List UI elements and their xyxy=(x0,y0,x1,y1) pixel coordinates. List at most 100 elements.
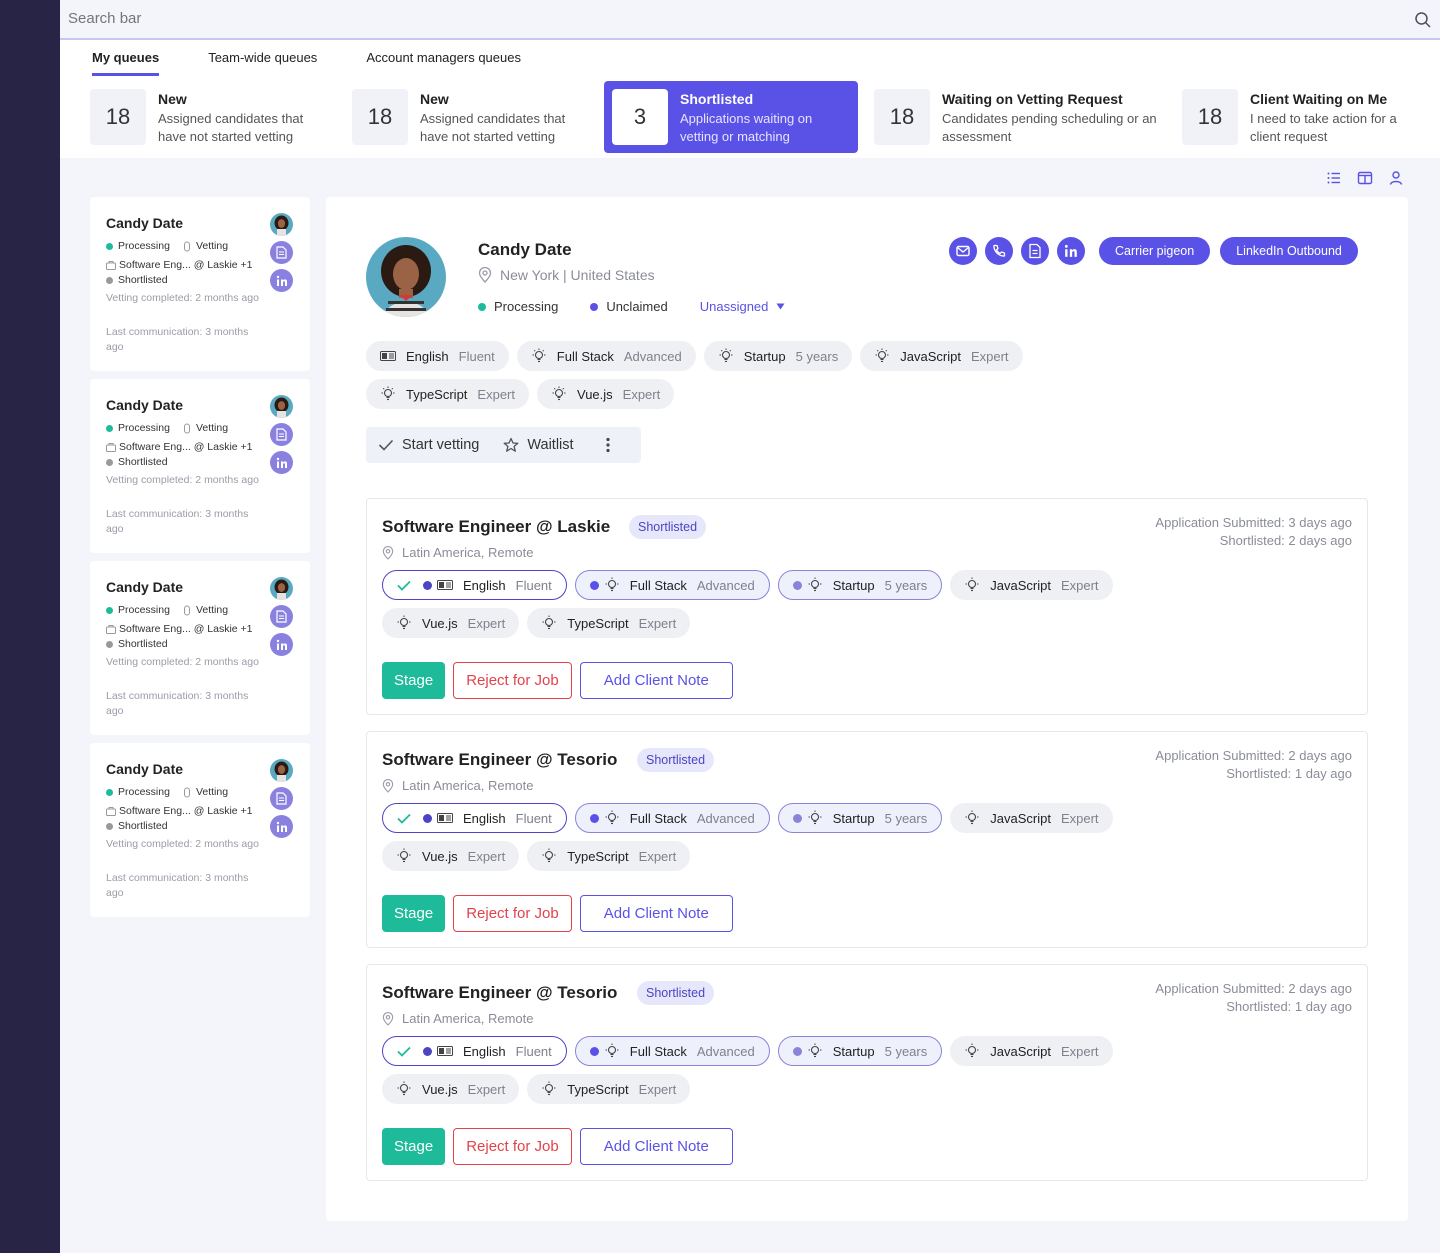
profile-avatar xyxy=(366,237,446,317)
stage-button[interactable]: Stage xyxy=(382,662,446,699)
skill-level: Expert xyxy=(970,348,1009,364)
carrier-pigeon-button[interactable]: Carrier pigeon xyxy=(1099,237,1211,265)
reject-for-job-button[interactable]: Reject for Job xyxy=(453,662,572,699)
language-icon xyxy=(437,580,453,590)
vetting-completed: Vetting completed: 2 months ago xyxy=(106,838,259,850)
stage-button[interactable]: Stage xyxy=(382,895,446,932)
linkedin-icon[interactable] xyxy=(270,815,293,838)
queue-card[interactable]: 18 New Assigned candidates that have not… xyxy=(352,81,592,153)
document-icon[interactable] xyxy=(270,787,293,810)
profile-view-icon[interactable] xyxy=(1388,170,1404,186)
job-location: Latin America, Remote xyxy=(382,778,534,793)
skill-chip: Startup 5 years xyxy=(777,570,943,600)
tab-account-managers-queues[interactable]: Account managers queues xyxy=(366,48,521,76)
reject-for-job-button[interactable]: Reject for Job xyxy=(453,1128,572,1165)
skill-level: Advanced xyxy=(696,810,755,826)
match-dot xyxy=(589,580,599,590)
assignee-dropdown[interactable]: Unassigned xyxy=(700,299,786,314)
skill-chip: Full Stack Advanced xyxy=(574,570,770,600)
linkedin-button[interactable] xyxy=(1057,237,1085,265)
linkedin-outbound-button[interactable]: LinkedIn Outbound xyxy=(1220,237,1358,265)
lightbulb-icon xyxy=(875,348,889,363)
candidate-card[interactable]: Candy Date Processing Vetting Software En… xyxy=(90,197,310,371)
candidate-detail-panel: Candy Date New York | United States Proc… xyxy=(326,197,1408,1221)
briefcase-icon xyxy=(106,442,116,452)
job-application-card: Software Engineer @ Tesorio Shortlisted … xyxy=(366,731,1368,948)
skill-name: English xyxy=(463,810,506,826)
lightbulb-icon xyxy=(381,386,395,401)
status-dot xyxy=(478,302,486,311)
linkedin-icon[interactable] xyxy=(270,269,293,292)
list-view-icon[interactable] xyxy=(1326,170,1342,186)
clip-icon xyxy=(183,423,190,433)
skill-name: English xyxy=(463,1043,506,1059)
resume-button[interactable] xyxy=(1021,237,1049,265)
avatar xyxy=(270,577,293,600)
columns-view-icon[interactable] xyxy=(1357,170,1373,186)
queue-card-active[interactable]: 3 Shortlisted Applications waiting on ve… xyxy=(604,81,858,153)
candidate-job: Software Eng... @ Laskie +1 xyxy=(119,259,253,271)
job-title: Software Engineer @ Tesorio xyxy=(382,750,618,769)
phone-button[interactable] xyxy=(985,237,1013,265)
tab-my-queues[interactable]: My queues xyxy=(92,48,160,76)
queue-card[interactable]: 18 Client Waiting on Me I need to take a… xyxy=(1182,81,1440,153)
status-dot xyxy=(106,242,113,250)
profile-name: Candy Date xyxy=(478,240,572,259)
skill-chip: Vue.js Expert xyxy=(537,379,675,409)
waitlist-button[interactable]: Waitlist xyxy=(503,437,574,453)
view-toggle-group xyxy=(1326,170,1404,186)
add-client-note-button[interactable]: Add Client Note xyxy=(579,662,733,699)
skill-name: JavaScript xyxy=(990,577,1051,593)
reject-for-job-button[interactable]: Reject for Job xyxy=(453,895,572,932)
assignee-text: Unassigned xyxy=(699,299,769,314)
skill-level: Expert xyxy=(467,1081,506,1097)
check-icon xyxy=(397,1046,411,1057)
vetting-completed: Vetting completed: 2 months ago xyxy=(106,292,259,304)
candidate-card[interactable]: Candy Date Processing Vetting Software En… xyxy=(90,379,310,553)
lightbulb-icon xyxy=(605,810,619,825)
skill-level: Expert xyxy=(622,386,661,402)
candidate-list-status: Shortlisted xyxy=(118,456,168,468)
candidate-card[interactable]: Candy Date Processing Vetting Software En… xyxy=(90,561,310,735)
queue-card[interactable]: 18 New Assigned candidates that have not… xyxy=(90,81,330,153)
skill-name: Startup xyxy=(832,1043,875,1059)
vetting-completed: Vetting completed: 2 months ago xyxy=(106,656,259,668)
skill-chip: JavaScript Expert xyxy=(950,570,1113,600)
document-icon[interactable] xyxy=(270,605,293,628)
candidate-status: Processing xyxy=(118,422,170,434)
queue-count: 18 xyxy=(90,89,146,145)
document-icon[interactable] xyxy=(270,423,293,446)
linkedin-icon[interactable] xyxy=(270,633,293,656)
check-icon xyxy=(378,439,394,451)
shortlisted-date: Shortlisted: 1 day ago xyxy=(1226,766,1352,781)
document-icon[interactable] xyxy=(270,241,293,264)
tab-team-wide-queues[interactable]: Team-wide queues xyxy=(208,48,317,76)
job-title: Software Engineer @ Tesorio xyxy=(382,983,618,1002)
skill-level: Advanced xyxy=(696,577,755,593)
candidate-card[interactable]: Candy Date Processing Vetting Software En… xyxy=(90,743,310,917)
location-pin-icon xyxy=(382,545,394,560)
queue-card[interactable]: 18 Waiting on Vetting Request Candidates… xyxy=(874,81,1164,153)
candidate-job-line: Software Eng... @ Laskie +1 xyxy=(106,441,253,453)
candidate-status-line: Processing Vetting xyxy=(106,604,228,616)
linkedin-icon[interactable] xyxy=(270,451,293,474)
queue-tabs: My queues Team-wide queues Account manag… xyxy=(92,48,570,76)
candidate-job: Software Eng... @ Laskie +1 xyxy=(119,441,253,453)
skill-chip: Full Stack Advanced xyxy=(574,1036,770,1066)
job-location-text: Latin America, Remote xyxy=(402,778,534,793)
candidate-list-line: Shortlisted xyxy=(106,820,168,832)
email-button[interactable] xyxy=(949,237,977,265)
start-vetting-button[interactable]: Start vetting xyxy=(378,437,479,453)
search-input[interactable] xyxy=(68,10,1368,27)
search-bar xyxy=(60,0,1440,40)
job-location-text: Latin America, Remote xyxy=(402,545,534,560)
candidate-job-line: Software Eng... @ Laskie +1 xyxy=(106,259,253,271)
candidate-name: Candy Date xyxy=(106,579,184,595)
search-icon[interactable] xyxy=(1414,11,1432,29)
skill-name: Startup xyxy=(832,810,875,826)
stage-button[interactable]: Stage xyxy=(382,1128,446,1165)
vetting-actions-bar: Start vetting Waitlist xyxy=(366,427,641,463)
add-client-note-button[interactable]: Add Client Note xyxy=(579,895,733,932)
add-client-note-button[interactable]: Add Client Note xyxy=(579,1128,733,1165)
more-options-icon[interactable] xyxy=(605,437,610,453)
